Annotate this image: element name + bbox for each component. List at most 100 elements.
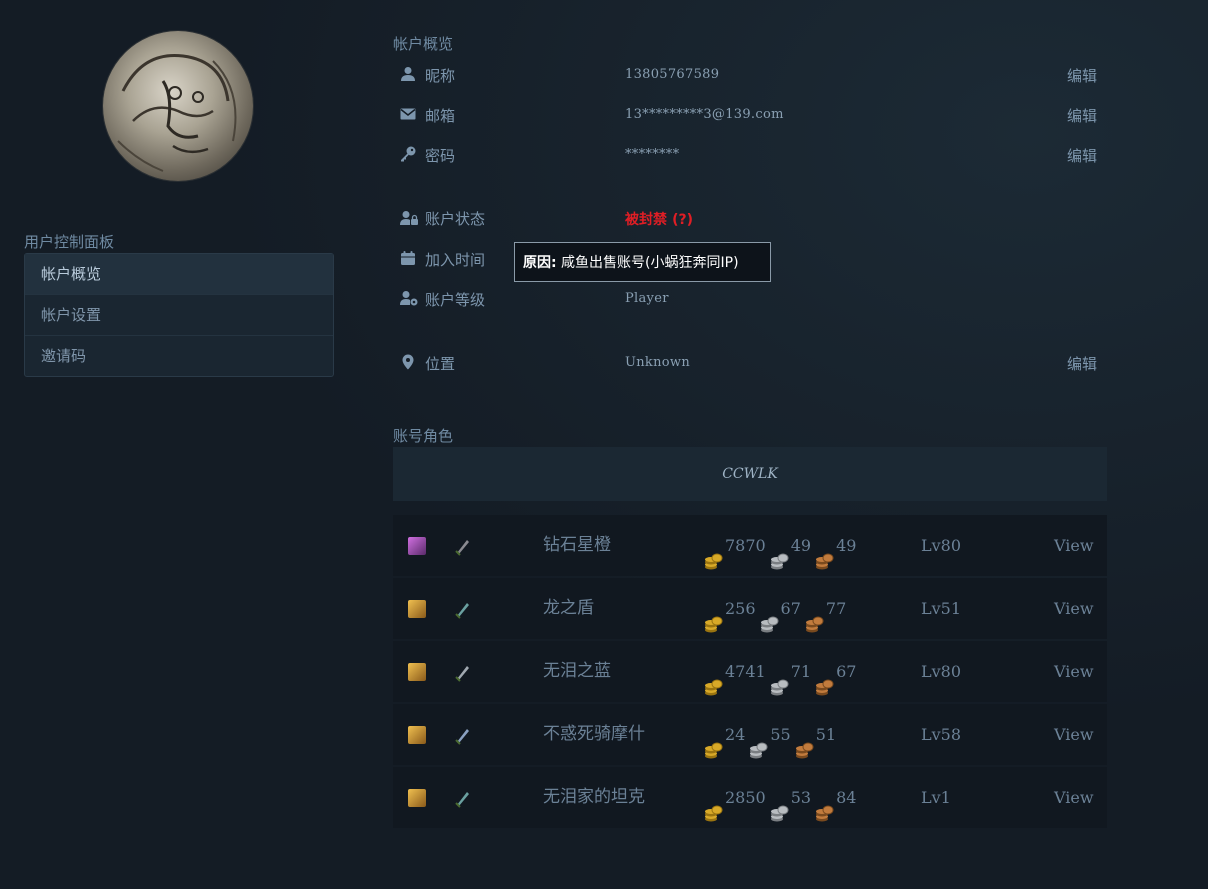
- email-value: 13*********3@139.com: [625, 107, 784, 122]
- death-knight-icon: [453, 725, 473, 745]
- character-name[interactable]: 无泪家的坦克: [543, 767, 645, 828]
- copper-coin-icon: [814, 536, 834, 569]
- copper-amount: 49: [836, 536, 857, 555]
- silver-coin-icon: [759, 599, 779, 632]
- nickname-value: 13805767589: [625, 67, 720, 82]
- silver-amount: 67: [780, 599, 801, 618]
- gold-amount: 7870: [725, 536, 766, 555]
- ban-reason-tooltip: 原因: 咸鱼出售账号(小蜗狂奔同IP): [514, 242, 771, 282]
- character-level: Lv51: [921, 599, 962, 618]
- user-icon: [400, 66, 416, 86]
- silver-amount: 53: [790, 788, 812, 807]
- realm-header: CCWLK: [393, 447, 1107, 501]
- edit-nickname-link[interactable]: 编辑: [1067, 65, 1097, 86]
- character-row: 不惑死骑摩什 24 55 51 Lv58 View: [393, 704, 1107, 765]
- map-marker-icon: [400, 354, 416, 374]
- edit-password-link[interactable]: 编辑: [1067, 145, 1097, 166]
- view-character-link[interactable]: View: [1054, 704, 1094, 765]
- copper-coin-icon: [814, 662, 834, 695]
- location-label: 位置: [425, 355, 456, 373]
- copper-amount: 77: [825, 599, 847, 618]
- copper-coin-icon: [814, 788, 834, 821]
- sidebar-menu: 帐户概览 帐户设置 邀请码: [24, 253, 334, 377]
- password-value: ********: [625, 147, 680, 162]
- view-character-link[interactable]: View: [1054, 515, 1094, 576]
- sidebar-item-settings[interactable]: 帐户设置: [25, 294, 333, 335]
- copper-coin-icon: [794, 725, 814, 758]
- character-level: Lv58: [921, 725, 962, 744]
- status-label: 账户状态: [425, 210, 486, 228]
- key-icon: [400, 146, 416, 166]
- user-cog-icon: [400, 290, 418, 310]
- character-name[interactable]: 无泪之蓝: [543, 641, 611, 702]
- banned-status-text: 被封禁: [625, 212, 667, 228]
- sidebar-item-invite-code[interactable]: 邀请码: [25, 335, 333, 376]
- gold-coin-icon: [703, 788, 723, 821]
- character-name[interactable]: 龙之盾: [543, 578, 594, 639]
- character-name[interactable]: 钻石星橙: [543, 515, 611, 576]
- ban-reason-help[interactable]: (?): [672, 212, 693, 228]
- character-row: 钻石星橙 7870 49 49 Lv80 View: [393, 515, 1107, 576]
- sidebar-title: 用户控制面板: [24, 233, 115, 251]
- tooltip-text: 咸鱼出售账号(小蜗狂奔同IP): [556, 255, 739, 271]
- silver-coin-icon: [769, 788, 789, 821]
- character-row: 龙之盾 256 67 77 Lv51 View: [393, 578, 1107, 639]
- character-money: 2850 53 84: [703, 767, 859, 828]
- character-name[interactable]: 不惑死骑摩什: [543, 704, 645, 765]
- warrior-icon: [453, 788, 473, 808]
- avatar: [103, 31, 253, 181]
- copper-amount: 67: [836, 662, 857, 681]
- gold-amount: 256: [725, 599, 756, 618]
- email-label: 邮箱: [425, 107, 456, 125]
- edit-email-link[interactable]: 编辑: [1067, 105, 1097, 126]
- gold-coin-icon: [703, 599, 723, 632]
- account-level-value: Player: [625, 291, 669, 306]
- location-value: Unknown: [625, 355, 691, 370]
- tooltip-prefix: 原因:: [523, 255, 557, 271]
- overview-title: 帐户概览: [393, 35, 454, 53]
- gold-coin-icon: [703, 725, 723, 758]
- undead-female-icon: [408, 537, 426, 555]
- characters-title: 账号角色: [393, 427, 454, 445]
- character-level: Lv80: [921, 536, 962, 555]
- silver-amount: 55: [770, 725, 791, 744]
- gold-coin-icon: [703, 536, 723, 569]
- nickname-label: 昵称: [425, 67, 456, 85]
- human-female-icon: [408, 789, 426, 807]
- user-lock-icon: [400, 210, 418, 230]
- warrior-icon: [453, 599, 473, 619]
- account-level-label: 账户等级: [425, 291, 486, 309]
- character-money: 7870 49 49: [703, 515, 859, 576]
- character-money: 4741 71 67: [703, 641, 859, 702]
- character-money: 256 67 77: [703, 578, 849, 639]
- copper-coin-icon: [804, 599, 824, 632]
- gold-amount: 2850: [725, 788, 766, 807]
- character-money: 24 55 51: [703, 704, 839, 765]
- gold-coin-icon: [703, 662, 723, 695]
- silver-coin-icon: [769, 662, 789, 695]
- rogue-icon: [453, 662, 473, 682]
- character-row: 无泪之蓝 4741 71 67 Lv80 View: [393, 641, 1107, 702]
- silver-coin-icon: [769, 536, 789, 569]
- character-level: Lv1: [921, 788, 951, 807]
- copper-amount: 51: [815, 725, 837, 744]
- character-row: 无泪家的坦克 2850 53 84 Lv1 View: [393, 767, 1107, 828]
- calendar-icon: [400, 250, 416, 270]
- gold-amount: 24: [725, 725, 746, 744]
- view-character-link[interactable]: View: [1054, 767, 1094, 828]
- view-character-link[interactable]: View: [1054, 578, 1094, 639]
- character-level: Lv80: [921, 662, 962, 681]
- copper-amount: 84: [836, 788, 857, 807]
- envelope-icon: [400, 106, 416, 126]
- silver-coin-icon: [748, 725, 768, 758]
- view-character-link[interactable]: View: [1054, 641, 1094, 702]
- password-label: 密码: [425, 147, 456, 165]
- gold-amount: 4741: [725, 662, 766, 681]
- status-value: 被封禁 (?): [625, 209, 693, 229]
- human-female-icon: [408, 726, 426, 744]
- join-date-label: 加入时间: [425, 251, 486, 269]
- silver-amount: 71: [790, 662, 812, 681]
- sidebar-item-overview[interactable]: 帐户概览: [25, 254, 333, 294]
- edit-location-link[interactable]: 编辑: [1067, 353, 1097, 374]
- human-female-icon: [408, 663, 426, 681]
